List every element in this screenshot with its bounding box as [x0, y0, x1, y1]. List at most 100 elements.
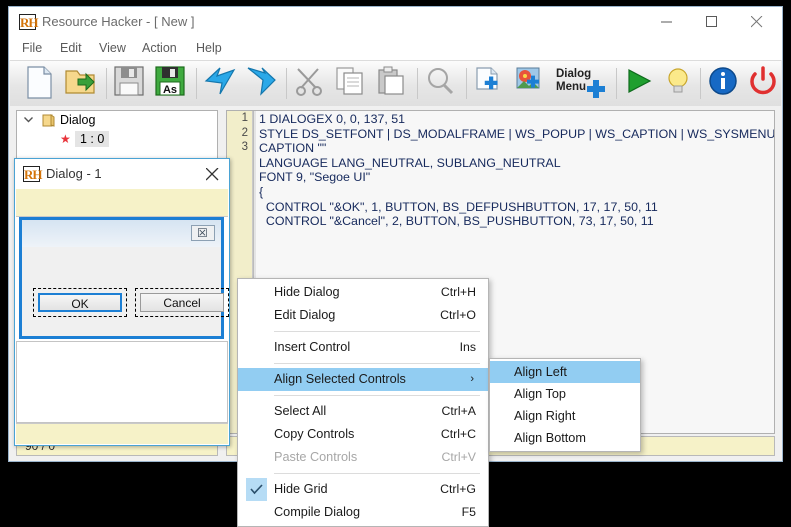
- child-work-area[interactable]: [16, 341, 228, 423]
- menu-item-edit-dialog[interactable]: Edit Dialog Ctrl+O: [238, 304, 488, 327]
- line-number: 1: [227, 111, 252, 126]
- cut-scissors-icon[interactable]: [294, 66, 330, 101]
- menu-item-accel: F5: [462, 501, 476, 524]
- submenu-item-align-right[interactable]: Align Right: [490, 405, 640, 427]
- search-magnifier-icon[interactable]: [425, 66, 461, 101]
- app-logo-icon: RH: [19, 14, 36, 30]
- menu-item-label: Hide Grid: [274, 478, 328, 501]
- arrow-left-icon[interactable]: [204, 66, 240, 101]
- menu-item-accel: Ctrl+A: [441, 400, 476, 423]
- menu-item-insert-control[interactable]: Insert Control Ins: [238, 336, 488, 359]
- toolbar-separator: [106, 68, 107, 99]
- menu-item-accel: Ctrl+V: [441, 446, 476, 469]
- copy-icon[interactable]: [335, 66, 371, 101]
- menu-item-label: Insert Control: [274, 336, 350, 359]
- info-icon[interactable]: [708, 66, 744, 101]
- selection-handle-ok[interactable]: OK: [33, 288, 127, 317]
- selection-handle-cancel[interactable]: Cancel: [135, 288, 229, 317]
- code-line: CONTROL "&Cancel", 2, BUTTON, BS_PUSHBUT…: [259, 214, 772, 229]
- svg-text:As: As: [163, 84, 177, 96]
- code-line: {: [259, 185, 772, 200]
- paste-icon[interactable]: [376, 66, 412, 101]
- save-icon[interactable]: [114, 66, 150, 101]
- tree-child-label: 1 : 0: [75, 131, 109, 147]
- toolbar-separator: [417, 68, 418, 99]
- add-resource-icon[interactable]: [474, 66, 510, 101]
- menu-item-label: Compile Dialog: [274, 501, 360, 524]
- menu-item-select-all[interactable]: Select All Ctrl+A: [238, 400, 488, 423]
- code-line: LANGUAGE LANG_NEUTRAL, SUBLANG_NEUTRAL: [259, 156, 772, 171]
- arrow-right-icon[interactable]: [245, 66, 281, 101]
- menu-item-compile-dialog[interactable]: Compile Dialog F5: [238, 501, 488, 524]
- child-status-bar: [16, 423, 228, 444]
- minimize-button[interactable]: [646, 7, 691, 36]
- chevron-down-icon[interactable]: [23, 114, 34, 125]
- menu-action[interactable]: Action: [135, 39, 184, 58]
- add-image-icon[interactable]: [515, 66, 551, 101]
- menu-view[interactable]: View: [92, 39, 133, 58]
- menu-item-hide-dialog[interactable]: Hide Dialog Ctrl+H: [238, 281, 488, 304]
- tree-node-dialog-1[interactable]: ★ 1 : 0: [17, 130, 217, 149]
- menu-bar: File Edit View Action Help Dialog : 1 : …: [9, 37, 782, 60]
- toolbar-separator: [616, 68, 617, 99]
- folder-icon: [42, 114, 55, 127]
- menu-edit[interactable]: Edit: [53, 39, 89, 58]
- submenu-item-label: Align Right: [514, 405, 575, 427]
- menu-item-label: Paste Controls: [274, 446, 357, 469]
- menu-separator: [274, 363, 480, 364]
- child-title-bar: RH Dialog - 1: [15, 159, 229, 189]
- dialog-preview-caption: ☒: [22, 220, 221, 247]
- child-close-button[interactable]: [195, 159, 229, 188]
- window-title: Resource Hacker - [ New ]: [42, 13, 194, 31]
- toolbar-separator: [286, 68, 287, 99]
- add-dialog-menu-icon[interactable]: Dialog Menu: [556, 66, 612, 101]
- power-exit-icon[interactable]: [749, 66, 785, 101]
- menu-item-accel: Ins: [460, 336, 476, 359]
- menu-item-accel: Ctrl+C: [441, 423, 476, 446]
- toolbar: As: [10, 60, 781, 107]
- menu-item-label: Copy Controls: [274, 423, 354, 446]
- screenshot-root: RH Resource Hacker - [ New ] File Edit V…: [0, 0, 791, 514]
- menu-item-paste-controls: Paste Controls Ctrl+V: [238, 446, 488, 469]
- dialog-preview[interactable]: ☒ OK Cancel: [19, 217, 224, 339]
- menu-item-hide-grid[interactable]: Hide Grid Ctrl+G: [238, 478, 488, 501]
- submenu-item-label: Align Left: [514, 361, 567, 383]
- menu-item-label: Edit Dialog: [274, 304, 335, 327]
- submenu-item-align-bottom[interactable]: Align Bottom: [490, 427, 640, 449]
- menu-file[interactable]: File: [15, 39, 49, 58]
- menu-item-accel: Ctrl+H: [441, 281, 476, 304]
- code-line: FONT 9, "Segoe UI": [259, 170, 772, 185]
- open-folder-icon[interactable]: [65, 66, 101, 101]
- menu-item-copy-controls[interactable]: Copy Controls Ctrl+C: [238, 423, 488, 446]
- lightbulb-icon[interactable]: [665, 66, 701, 101]
- cancel-button[interactable]: Cancel: [140, 293, 224, 312]
- maximize-button[interactable]: [691, 7, 736, 36]
- close-box-glyph: ☒: [197, 226, 208, 240]
- save-as-icon[interactable]: As: [155, 66, 191, 101]
- submenu-item-align-top[interactable]: Align Top: [490, 383, 640, 405]
- menu-item-label: Align Selected Controls: [274, 368, 406, 391]
- menu-separator: [274, 331, 480, 332]
- submenu-item-align-left[interactable]: Align Left: [490, 361, 640, 383]
- line-number: 2: [227, 126, 252, 141]
- menu-item-accel: Ctrl+G: [440, 478, 476, 501]
- close-button[interactable]: [736, 7, 781, 36]
- child-window-title: Dialog - 1: [46, 165, 102, 183]
- context-menu[interactable]: Hide Dialog Ctrl+H Edit Dialog Ctrl+O In…: [237, 278, 489, 527]
- code-line: 1 DIALOGEX 0, 0, 137, 51: [259, 112, 772, 127]
- align-submenu[interactable]: Align Left Align Top Align Right Align B…: [489, 358, 641, 452]
- menu-item-align-selected-controls[interactable]: Align Selected Controls ›: [238, 368, 488, 391]
- new-file-icon[interactable]: [24, 66, 60, 101]
- menu-help[interactable]: Help: [189, 39, 229, 58]
- tree-node-dialog[interactable]: Dialog: [17, 111, 217, 130]
- ok-button[interactable]: OK: [38, 293, 122, 312]
- line-number: 3: [227, 140, 252, 155]
- run-play-icon[interactable]: [624, 66, 660, 101]
- menu-item-accel: Ctrl+O: [440, 304, 476, 327]
- submenu-item-label: Align Top: [514, 383, 566, 405]
- dialog-preview-close-box[interactable]: ☒: [191, 225, 215, 241]
- title-bar: RH Resource Hacker - [ New ]: [9, 7, 782, 37]
- dialog-child-window: RH Dialog - 1 ☒ OK Cancel: [14, 158, 230, 446]
- menu-item-label: Hide Dialog: [274, 281, 340, 304]
- code-line: CONTROL "&OK", 1, BUTTON, BS_DEFPUSHBUTT…: [259, 200, 772, 215]
